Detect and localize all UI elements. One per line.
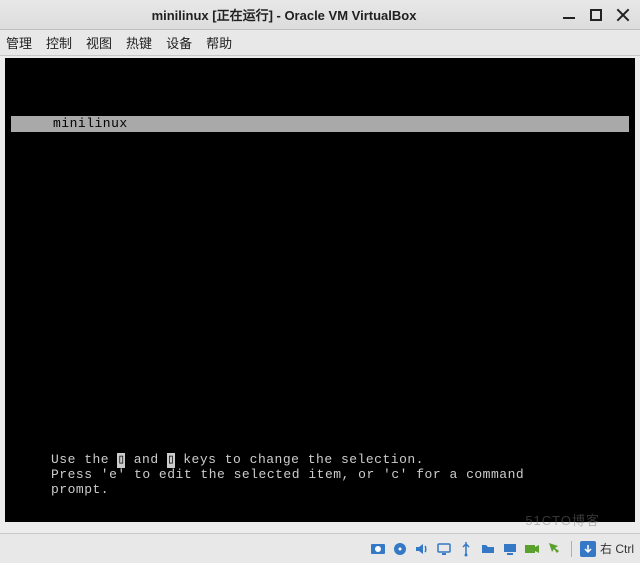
mouse-integration-icon[interactable] bbox=[545, 540, 563, 558]
menu-view[interactable]: 视图 bbox=[86, 33, 112, 52]
network-icon[interactable] bbox=[435, 540, 453, 558]
grub-hint-part: keys to change the selection. bbox=[175, 452, 424, 467]
recording-icon[interactable] bbox=[523, 540, 541, 558]
audio-icon[interactable] bbox=[413, 540, 431, 558]
status-separator bbox=[571, 541, 572, 557]
host-key-indicator[interactable]: 右 Ctrl bbox=[580, 540, 634, 557]
shared-folders-icon[interactable] bbox=[479, 540, 497, 558]
hard-disk-icon[interactable] bbox=[369, 540, 387, 558]
host-key-label: 右 Ctrl bbox=[600, 540, 634, 557]
status-icons bbox=[369, 540, 563, 558]
menu-hotkey[interactable]: 热键 bbox=[126, 33, 152, 52]
usb-icon[interactable] bbox=[457, 540, 475, 558]
window-title: minilinux [正在运行] - Oracle VM VirtualBox bbox=[6, 5, 562, 24]
window-controls bbox=[562, 8, 634, 22]
grub-hint-part: Use the bbox=[51, 452, 117, 467]
grub-hint-text: Use the ▯ and ▯ keys to change the selec… bbox=[51, 453, 615, 498]
close-button[interactable] bbox=[616, 8, 630, 22]
menu-control[interactable]: 控制 bbox=[46, 33, 72, 52]
grub-hint-part: Press 'e' to edit the selected item, or … bbox=[51, 467, 524, 482]
host-key-arrow-icon bbox=[580, 541, 596, 557]
grub-hint-part: and bbox=[125, 452, 167, 467]
window-titlebar: minilinux [正在运行] - Oracle VM VirtualBox bbox=[0, 0, 640, 30]
optical-disk-icon[interactable] bbox=[391, 540, 409, 558]
menu-bar: 管理 控制 视图 热键 设备 帮助 bbox=[0, 30, 640, 56]
maximize-button[interactable] bbox=[590, 9, 602, 21]
display-icon[interactable] bbox=[501, 540, 519, 558]
menu-manage[interactable]: 管理 bbox=[6, 33, 32, 52]
menu-help[interactable]: 帮助 bbox=[206, 33, 232, 52]
down-arrow-glyph: ▯ bbox=[167, 453, 175, 468]
status-bar: 右 Ctrl bbox=[0, 533, 640, 563]
grub-hint-part: prompt. bbox=[51, 482, 109, 497]
minimize-button[interactable] bbox=[562, 8, 576, 22]
vm-display[interactable]: minilinux Use the ▯ and ▯ keys to change… bbox=[5, 58, 635, 522]
grub-selected-entry[interactable]: minilinux bbox=[11, 116, 629, 132]
menu-devices[interactable]: 设备 bbox=[166, 33, 192, 52]
